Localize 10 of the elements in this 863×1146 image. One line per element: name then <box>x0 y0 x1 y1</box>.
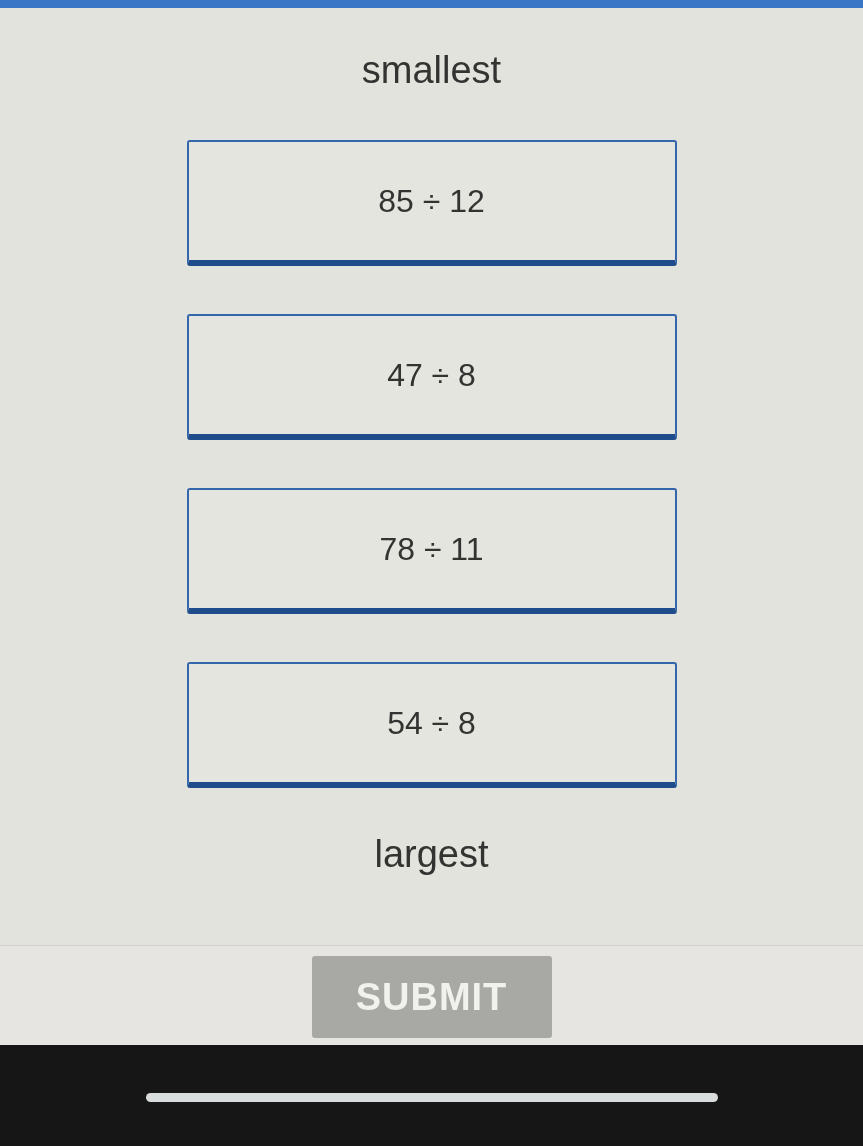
sortable-card[interactable]: 85 ÷ 12 <box>186 140 677 266</box>
division-expression: 54 ÷ 8 <box>387 704 476 742</box>
division-expression: 78 ÷ 11 <box>379 530 484 568</box>
sortable-card[interactable]: 78 ÷ 11 <box>186 488 677 614</box>
largest-label: largest <box>374 832 489 876</box>
sortable-card[interactable]: 47 ÷ 8 <box>186 314 677 440</box>
smallest-label: smallest <box>361 48 502 92</box>
division-expression: 47 ÷ 8 <box>387 356 476 394</box>
sortable-card[interactable]: 54 ÷ 8 <box>186 662 677 788</box>
division-expression: 85 ÷ 12 <box>378 182 485 220</box>
